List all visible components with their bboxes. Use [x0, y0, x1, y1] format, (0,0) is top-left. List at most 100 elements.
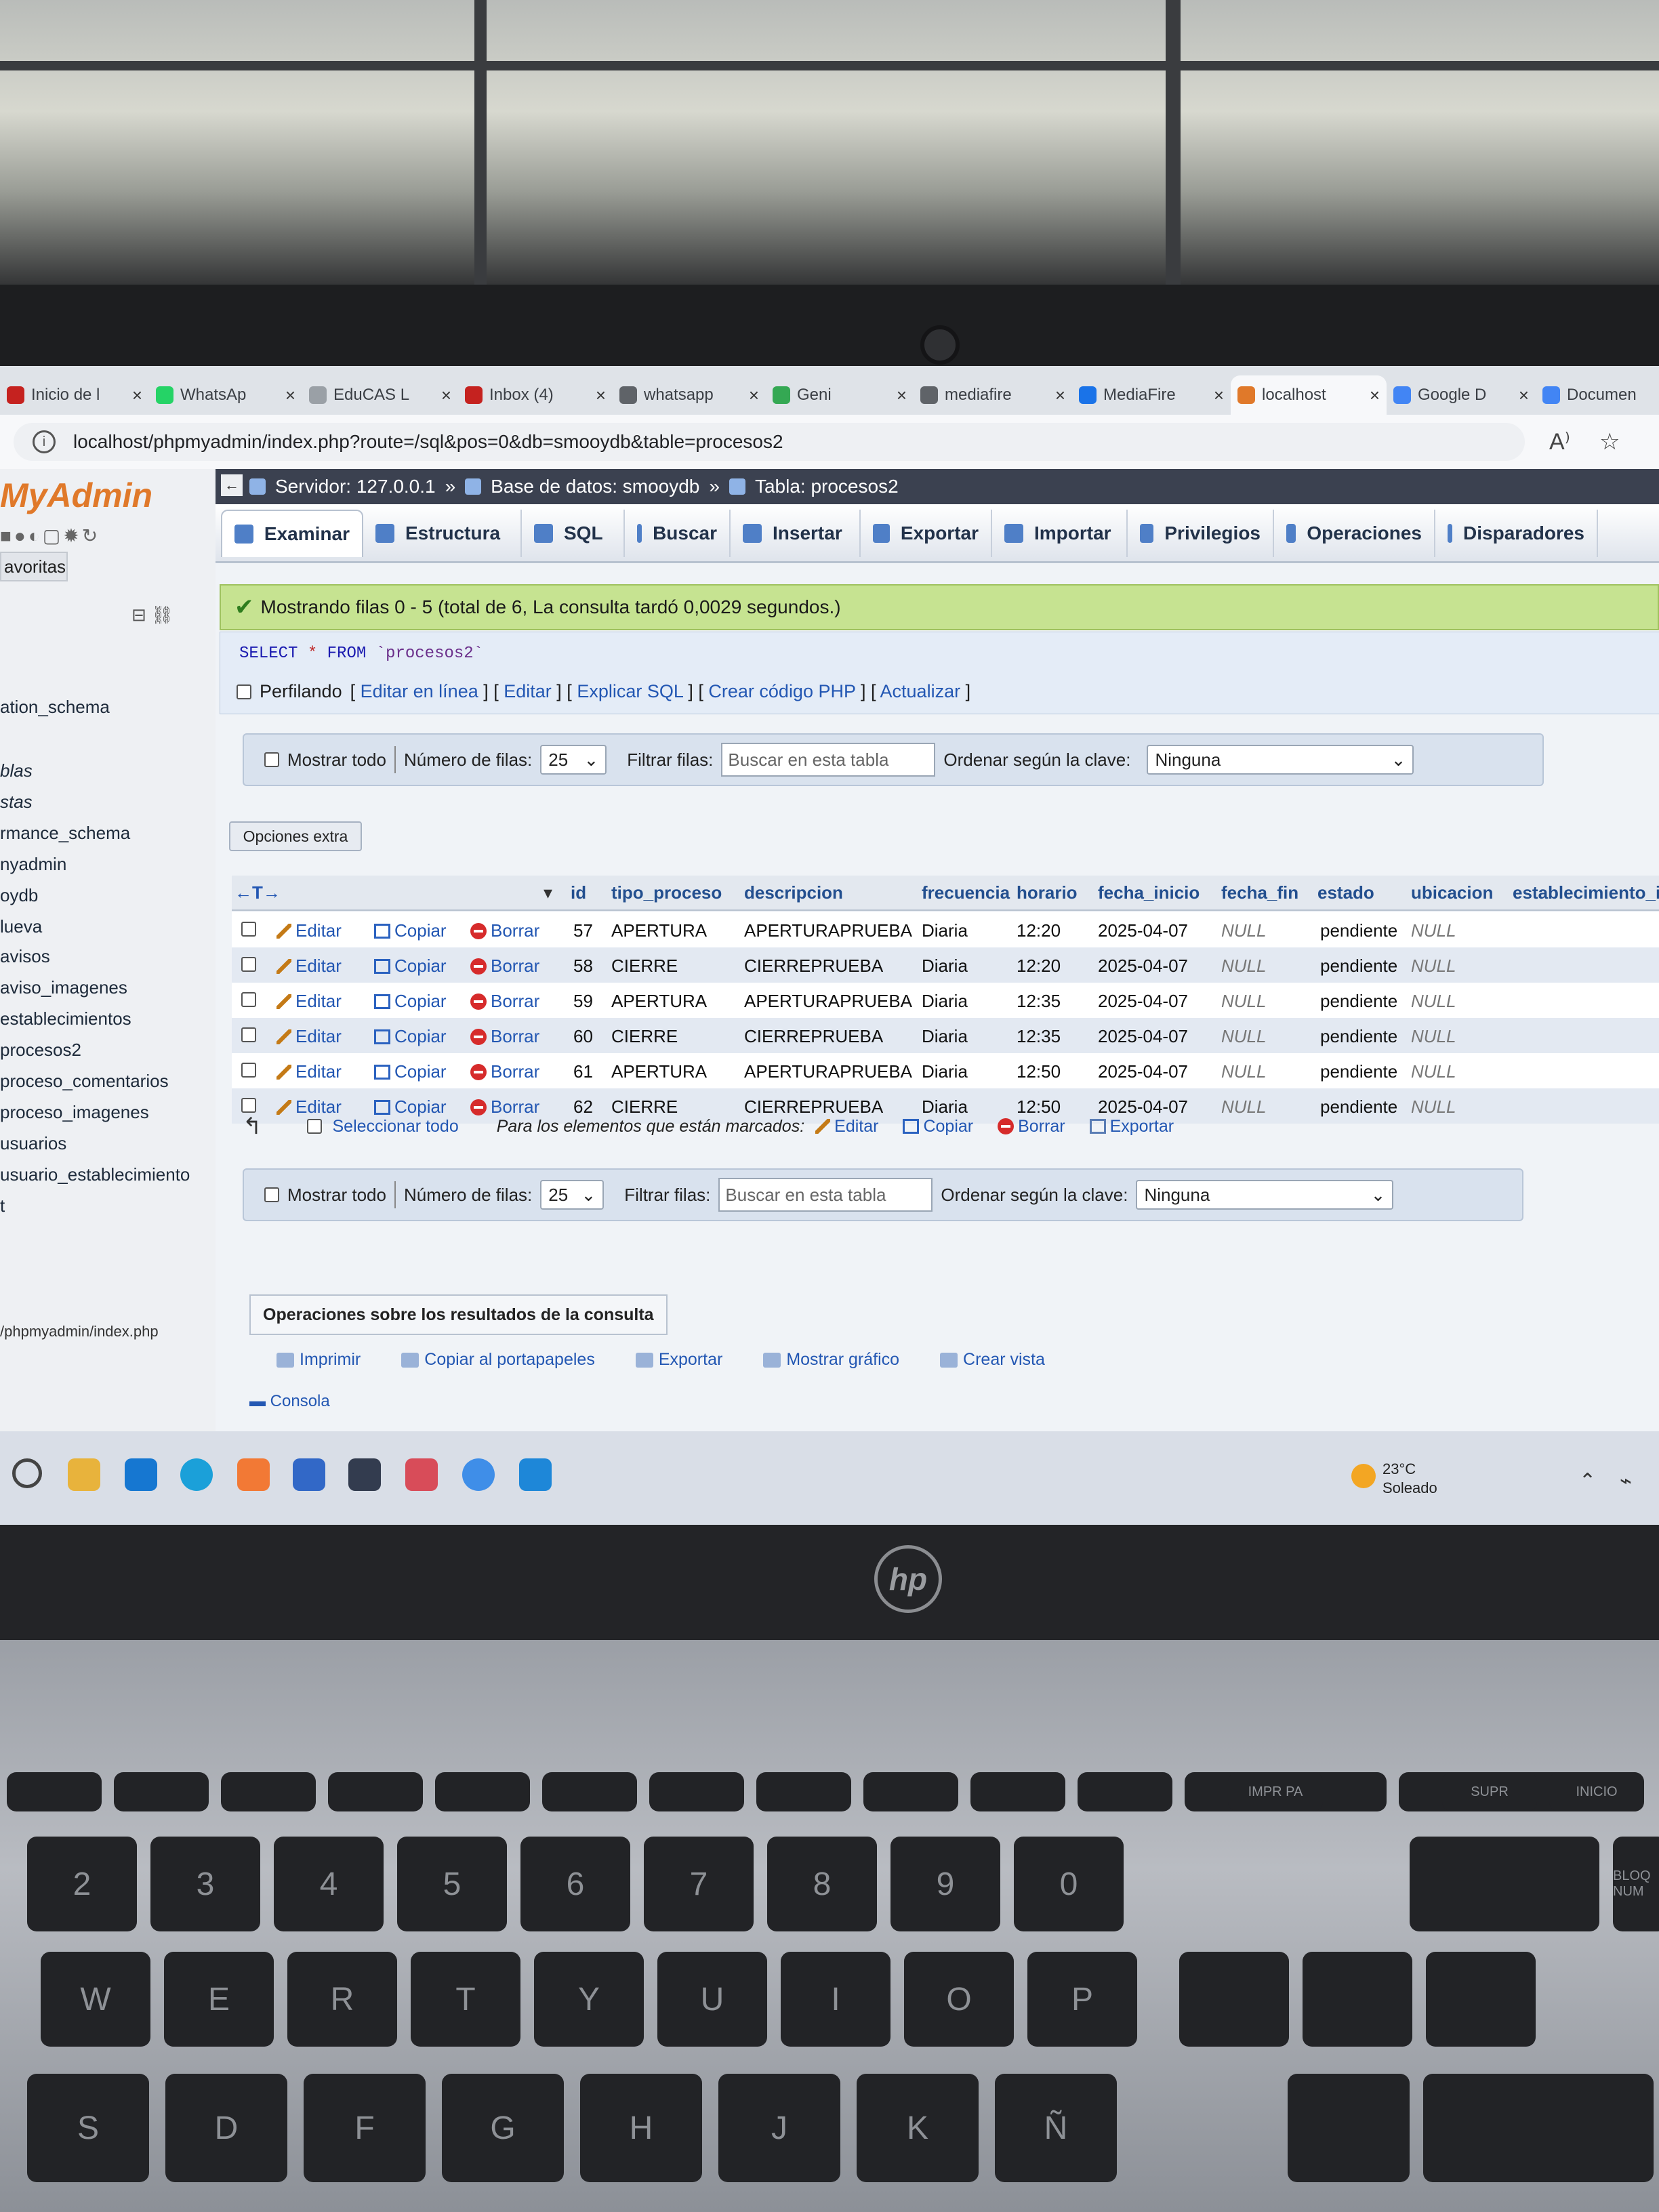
table-row[interactable]: Editar Copiar Borrar 60 CIERRE CIERREPRUEBA Di…	[232, 1018, 1659, 1053]
close-tab-icon[interactable]: ×	[132, 385, 142, 406]
create-php-link[interactable]: Crear código PHP	[708, 681, 855, 701]
edit-row-button[interactable]: Editar	[276, 991, 342, 1012]
cell-descripcion[interactable]: APERTURAPRUEBA	[744, 1061, 912, 1082]
read-aloud-icon[interactable]: A⁾	[1549, 428, 1570, 455]
outlook-icon[interactable]	[125, 1458, 157, 1491]
copy-row-button[interactable]: Copiar	[374, 956, 447, 977]
bulk-export-button[interactable]: Exportar	[1089, 1117, 1174, 1136]
delete-row-button[interactable]: Borrar	[470, 1026, 539, 1047]
filter-input[interactable]: Buscar en esta tabla	[721, 743, 936, 777]
network-icon[interactable]: ⌁	[1620, 1469, 1632, 1493]
close-tab-icon[interactable]: ×	[1214, 385, 1224, 406]
letter-key[interactable]: S	[27, 2074, 149, 2182]
numlock-key[interactable]: BLOQ NUM	[1613, 1837, 1659, 1931]
sidebar-item[interactable]: proceso_imagenes	[0, 1102, 149, 1123]
sort-chevron-icon[interactable]: ▾	[544, 882, 552, 903]
row-checkbox[interactable]	[241, 1026, 256, 1047]
browser-tab[interactable]: Inicio de l ×	[0, 375, 149, 415]
sql-code[interactable]: SELECT * FROM `procesos2`	[239, 644, 483, 663]
edit-row-button[interactable]: Editar	[276, 1026, 342, 1047]
plus-key[interactable]	[1303, 1952, 1412, 2047]
favorite-star-icon[interactable]: ☆	[1599, 428, 1620, 455]
function-key[interactable]	[970, 1772, 1065, 1811]
cell-ubicacion[interactable]: NULL	[1411, 920, 1456, 941]
close-tab-icon[interactable]: ×	[1370, 385, 1380, 406]
letter-key[interactable]: Ñ	[995, 2074, 1117, 2182]
copy-clipboard-link[interactable]: Copiar al portapapeles	[401, 1350, 595, 1370]
select-all-label[interactable]: Seleccionar todo	[333, 1117, 459, 1136]
sidebar-item[interactable]: stas	[0, 792, 33, 813]
function-key[interactable]	[542, 1772, 637, 1811]
sidebar-item[interactable]: procesos2	[0, 1040, 81, 1061]
letter-key[interactable]: K	[857, 2074, 979, 2182]
cell-ubicacion[interactable]: NULL	[1411, 1026, 1456, 1047]
cell-ubicacion[interactable]: NULL	[1411, 991, 1456, 1012]
function-key[interactable]	[649, 1772, 744, 1811]
notepad-icon[interactable]	[293, 1458, 325, 1491]
cell-frecuencia[interactable]: Diaria	[922, 991, 968, 1012]
number-key[interactable]: 3	[150, 1837, 260, 1931]
row-checkbox[interactable]	[241, 956, 256, 977]
url-field[interactable]: i localhost/phpmyadmin/index.php?route=/…	[14, 423, 1525, 461]
number-key[interactable]: 6	[520, 1837, 630, 1931]
cell-frecuencia[interactable]: Diaria	[922, 920, 968, 941]
cell-ubicacion[interactable]: NULL	[1411, 1061, 1456, 1082]
cell-estado[interactable]: pendiente	[1320, 920, 1397, 941]
cell-fecha-inicio[interactable]: 2025-04-07	[1098, 1026, 1188, 1047]
cell-fecha-fin[interactable]: NULL	[1221, 1026, 1266, 1047]
row-checkbox[interactable]	[241, 920, 256, 941]
number-key[interactable]: 4	[274, 1837, 384, 1931]
cell-id[interactable]: 59	[573, 991, 593, 1012]
c-cedilla-key[interactable]	[1426, 1952, 1536, 2047]
cell-frecuencia[interactable]: Diaria	[922, 1061, 968, 1082]
cell-id[interactable]: 57	[573, 920, 593, 941]
close-tab-icon[interactable]: ×	[285, 385, 295, 406]
sidebar-item[interactable]: avisos	[0, 946, 50, 967]
rows-select[interactable]: 25 ⌄	[540, 1180, 605, 1210]
backspace-key[interactable]	[1410, 1837, 1599, 1931]
tab-examinar[interactable]: Examinar	[221, 510, 363, 557]
cell-id[interactable]: 58	[573, 956, 593, 977]
show-all-checkbox[interactable]	[264, 1187, 279, 1202]
letter-key[interactable]: P	[1027, 1952, 1137, 2047]
docs-icon[interactable]: ▢	[43, 525, 63, 546]
column-header[interactable]: tipo_proceso	[611, 882, 722, 903]
vscode-icon[interactable]	[519, 1458, 552, 1491]
sort-select[interactable]: Ninguna ⌄	[1136, 1180, 1394, 1210]
sidebar-item[interactable]: blas	[0, 760, 33, 781]
table-row[interactable]: Editar Copiar Borrar 58 CIERRE CIERREPRUEBA Di…	[232, 947, 1659, 983]
tab-sql[interactable]: SQL	[522, 510, 625, 557]
browser-tab[interactable]: Documen	[1536, 375, 1659, 415]
column-header[interactable]: descripcion	[744, 882, 843, 903]
breadcrumb-server[interactable]: Servidor: 127.0.0.1	[275, 476, 436, 497]
cell-estado[interactable]: pendiente	[1320, 956, 1397, 977]
letter-key[interactable]: I	[781, 1952, 890, 2047]
cell-tipo-proceso[interactable]: APERTURA	[611, 991, 707, 1012]
edit-link[interactable]: Editar	[504, 681, 552, 701]
enter-key[interactable]	[1423, 2074, 1654, 2182]
sidebar-item[interactable]: aviso_imagenes	[0, 977, 127, 998]
table-row[interactable]: Editar Copiar Borrar 57 APERTURA APERTURAPRUE…	[232, 912, 1659, 947]
cell-fecha-inicio[interactable]: 2025-04-07	[1098, 1061, 1188, 1082]
cell-fecha-inicio[interactable]: 2025-04-07	[1098, 956, 1188, 977]
function-key[interactable]	[221, 1772, 316, 1811]
sidebar-item[interactable]: proceso_comentarios	[0, 1071, 169, 1092]
cell-fecha-inicio[interactable]: 2025-04-07	[1098, 920, 1188, 941]
breadcrumb-database[interactable]: Base de datos: smooydb	[491, 476, 699, 497]
row-checkbox[interactable]	[241, 1061, 256, 1082]
profiling-checkbox[interactable]	[237, 684, 251, 699]
console-tab[interactable]: ▬ Consola	[249, 1392, 330, 1411]
cell-fecha-fin[interactable]: NULL	[1221, 920, 1266, 941]
sidebar-item[interactable]: establecimientos	[0, 1008, 131, 1029]
browser-tab[interactable]: MediaFire ×	[1072, 375, 1231, 415]
show-chart-link[interactable]: Mostrar gráfico	[763, 1350, 899, 1370]
table-row[interactable]: Editar Copiar Borrar 59 APERTURA APERTURAPRUE…	[232, 983, 1659, 1018]
sidebar-item[interactable]: nyadmin	[0, 854, 66, 875]
cell-tipo-proceso[interactable]: APERTURA	[611, 920, 707, 941]
column-header[interactable]: ubicacion	[1411, 882, 1493, 903]
letter-key[interactable]: J	[718, 2074, 840, 2182]
arrow-left-icon[interactable]: ←	[221, 474, 243, 496]
reload-icon[interactable]: ↻	[82, 525, 100, 546]
bulk-edit-button[interactable]: Editar	[815, 1117, 878, 1136]
export-link[interactable]: Exportar	[635, 1350, 722, 1370]
